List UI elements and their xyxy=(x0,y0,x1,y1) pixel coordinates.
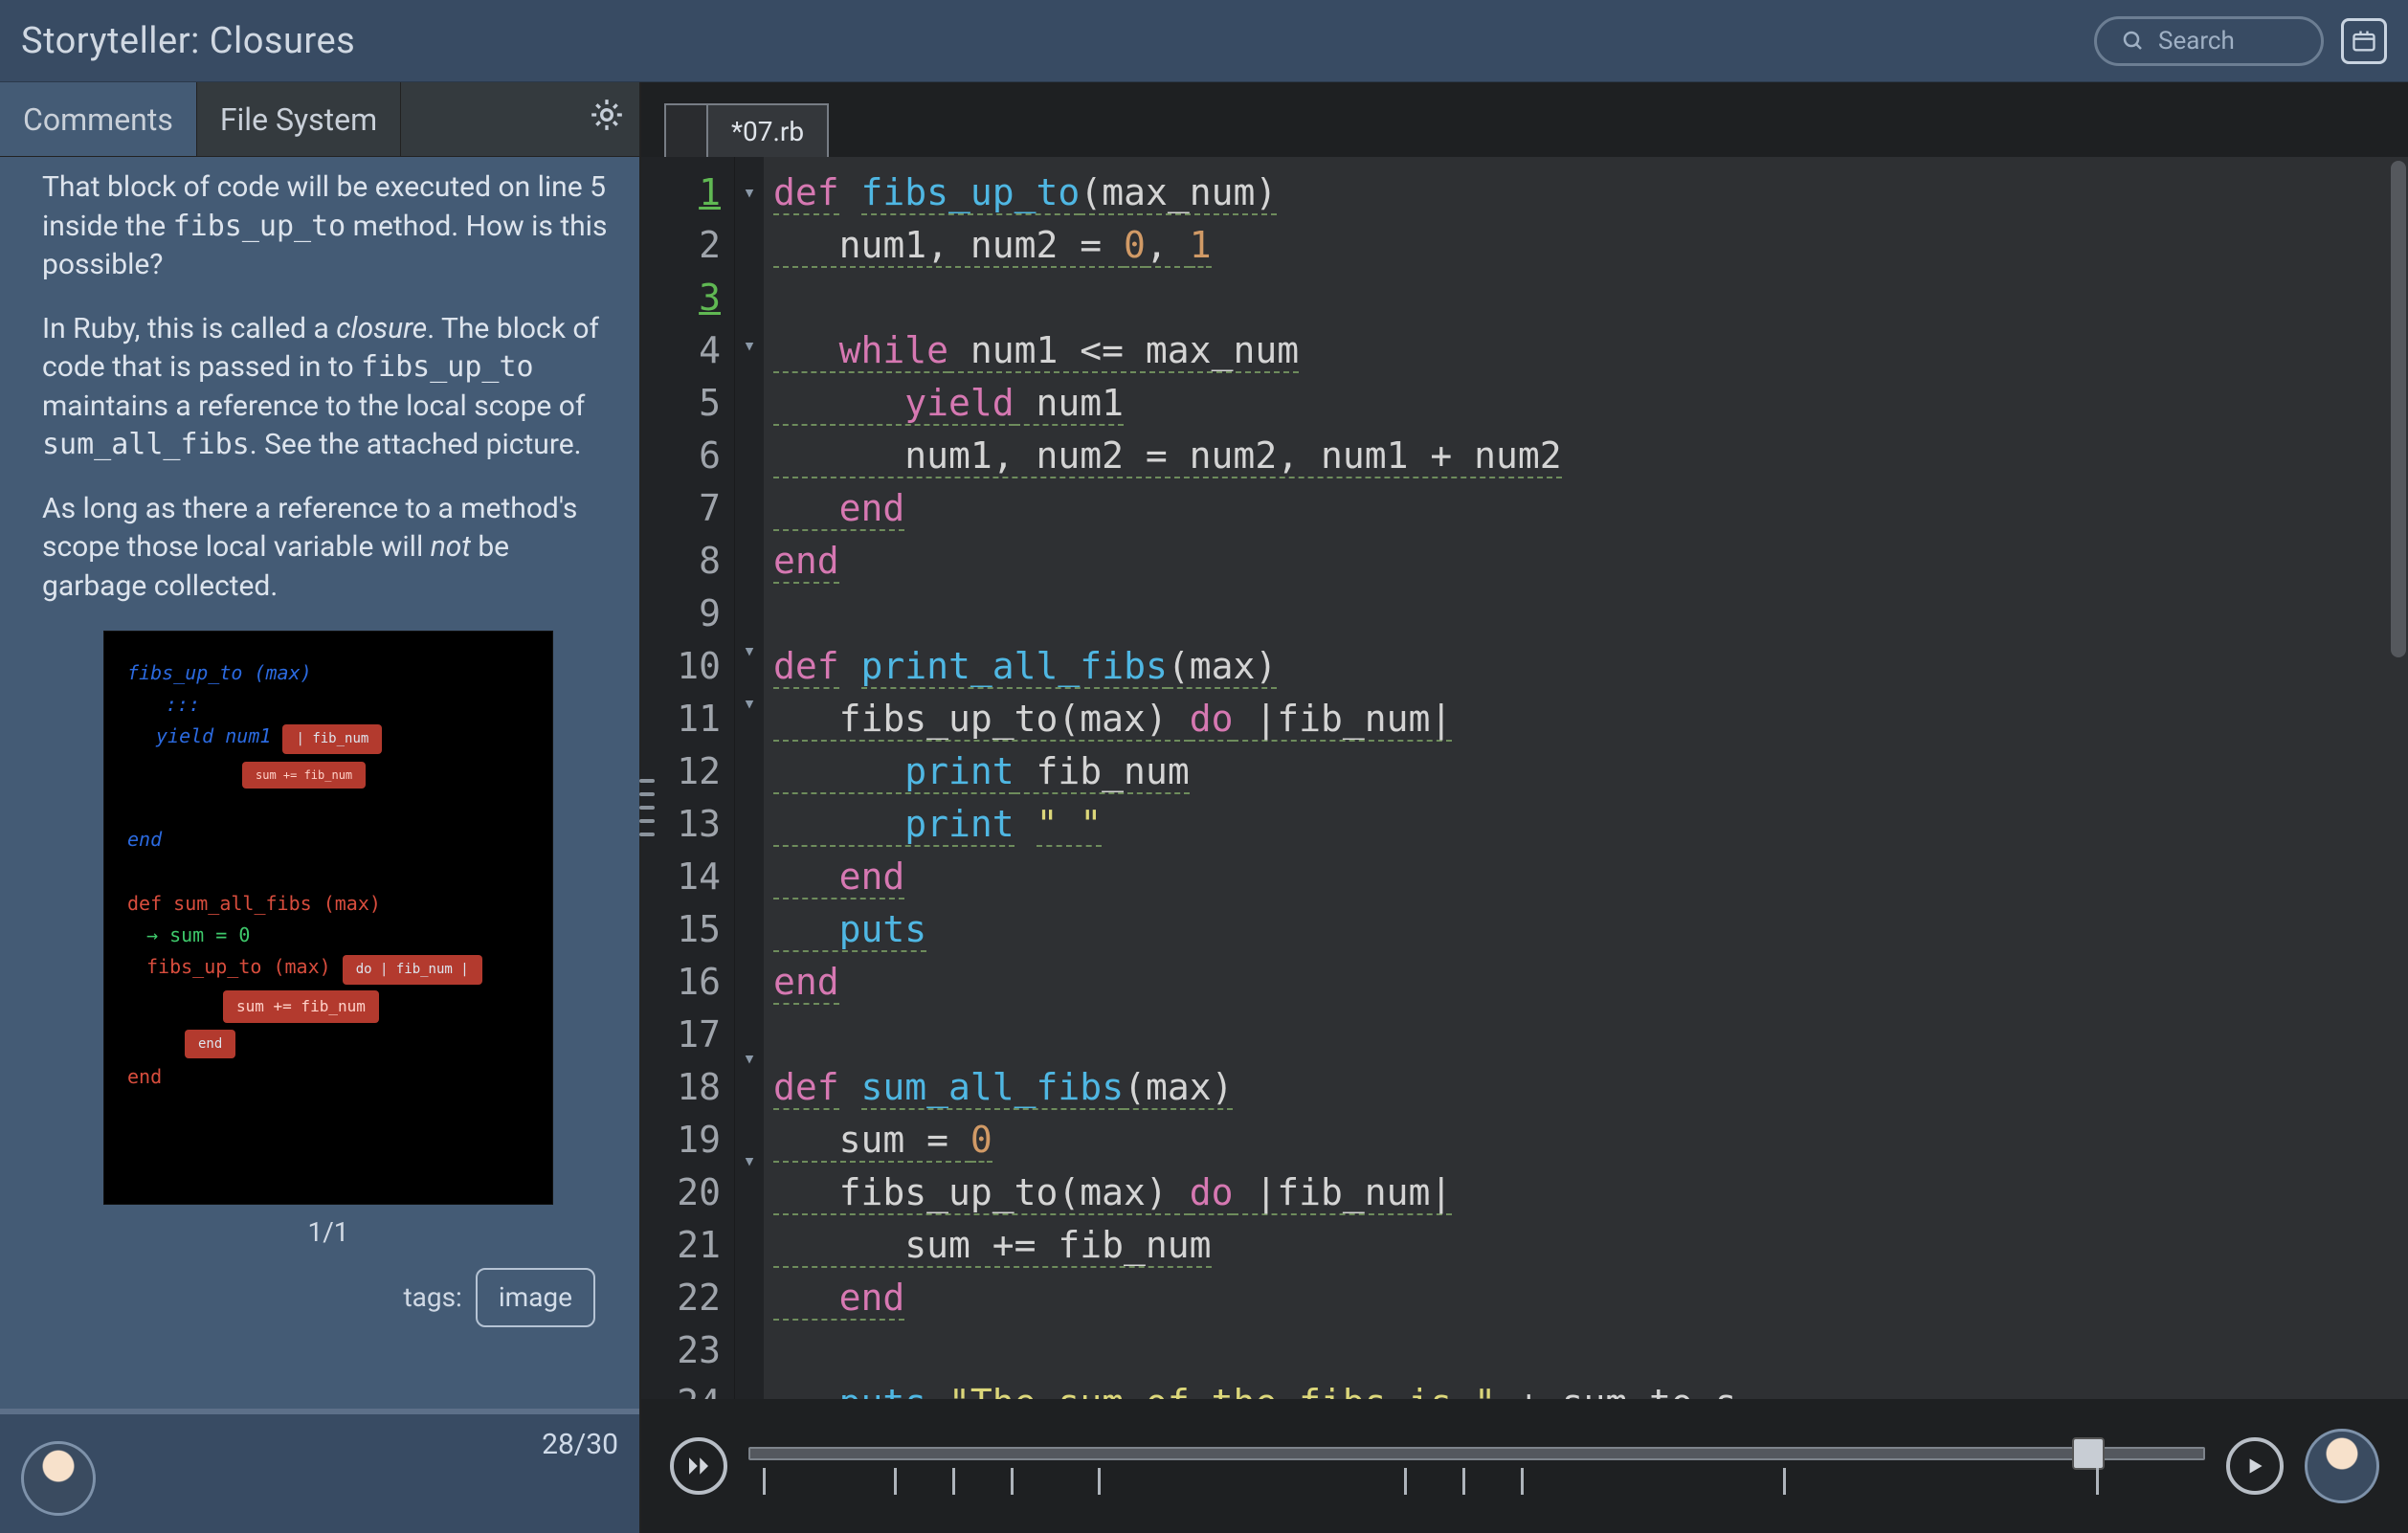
app-title: Storyteller: Closures xyxy=(21,20,355,62)
tab-comments[interactable]: Comments xyxy=(0,82,197,156)
gear-icon xyxy=(588,96,626,134)
fold-icon[interactable]: ▾ xyxy=(735,625,764,678)
timeline-track[interactable] xyxy=(748,1447,2205,1460)
tag-image[interactable]: image xyxy=(476,1268,595,1327)
search-input[interactable]: Search xyxy=(2094,16,2324,66)
fast-forward-button[interactable] xyxy=(670,1437,727,1495)
timeline-tick[interactable] xyxy=(1462,1468,1465,1495)
sidebar-tabbar: Comments File System xyxy=(0,82,639,157)
search-icon xyxy=(2122,30,2145,53)
fold-icon[interactable]: ▾ xyxy=(735,320,764,372)
fold-icon[interactable]: ▾ xyxy=(735,167,764,219)
timeline-ticks xyxy=(748,1468,2205,1497)
app-subtitle: Closures xyxy=(210,20,356,62)
timeline-tick[interactable] xyxy=(1098,1468,1101,1495)
footer-avatar[interactable] xyxy=(2305,1429,2379,1503)
fast-forward-icon xyxy=(684,1452,713,1480)
timeline-tick[interactable] xyxy=(1521,1468,1524,1495)
panel-icon xyxy=(2351,28,2377,55)
fold-icon[interactable]: ▾ xyxy=(735,678,764,730)
code-editor[interactable]: 1 2 3 4 5 6 7 8 9 10 11 12 13 14 15 16 1 xyxy=(641,157,2408,1399)
tab-filesystem[interactable]: File System xyxy=(197,82,401,156)
playback-footer xyxy=(641,1399,2408,1533)
sidebar: Comments File System That block of code … xyxy=(0,82,641,1533)
play-icon xyxy=(2242,1454,2267,1478)
app-name: Storyteller: xyxy=(21,20,200,62)
file-tab-spacer xyxy=(664,103,706,157)
header-bar: Storyteller: Closures Search xyxy=(0,0,2408,82)
fold-icon[interactable]: ▾ xyxy=(735,1135,764,1188)
settings-button[interactable] xyxy=(588,96,626,144)
timeline-tick[interactable] xyxy=(1783,1468,1786,1495)
comment-paragraph: That block of code will be executed on l… xyxy=(42,168,614,285)
timeline-thumb[interactable] xyxy=(2072,1437,2105,1470)
step-counter: 28/30 xyxy=(542,1428,618,1461)
file-tab[interactable]: *07.rb xyxy=(706,103,829,157)
comment-paragraph: As long as there a reference to a method… xyxy=(42,490,614,607)
timeline-tick[interactable] xyxy=(2096,1468,2099,1495)
image-pager: 1/1 xyxy=(307,1214,348,1251)
fold-column: ▾ ▾ ▾ ▾ ▾ ▾ xyxy=(735,157,764,1399)
comment-panel[interactable]: That block of code will be executed on l… xyxy=(0,157,639,1409)
comment-paragraph: In Ruby, this is called a closure. The b… xyxy=(42,310,614,465)
timeline-tick[interactable] xyxy=(1404,1468,1407,1495)
fold-icon[interactable]: ▾ xyxy=(735,1033,764,1085)
tags-label: tags: xyxy=(403,1279,461,1316)
timeline-tick[interactable] xyxy=(1011,1468,1014,1495)
code-area[interactable]: def fibs_up_to(max_num) num1, num2 = 0, … xyxy=(764,157,2408,1399)
author-avatar[interactable] xyxy=(21,1441,96,1516)
panel-toggle-button[interactable] xyxy=(2341,18,2387,64)
play-button[interactable] xyxy=(2226,1437,2284,1495)
timeline-tick[interactable] xyxy=(763,1468,766,1495)
editor-tabbar: *07.rb xyxy=(641,82,2408,157)
file-tab-label: *07.rb xyxy=(731,116,804,147)
search-placeholder: Search xyxy=(2158,27,2235,56)
tab-filesystem-label: File System xyxy=(220,101,377,138)
timeline-tick[interactable] xyxy=(894,1468,897,1495)
tags-row: tags: image xyxy=(42,1268,614,1327)
timeline[interactable] xyxy=(748,1428,2205,1504)
sidebar-footer: 28/30 xyxy=(0,1409,639,1533)
tab-comments-label: Comments xyxy=(23,101,173,138)
timeline-tick[interactable] xyxy=(952,1468,955,1495)
gutter: 1 2 3 4 5 6 7 8 9 10 11 12 13 14 15 16 1 xyxy=(641,157,735,1399)
attached-image[interactable]: fibs_up_to (max) ::: yield num1 | fib_nu… xyxy=(103,631,553,1205)
resize-handle[interactable] xyxy=(639,779,655,836)
